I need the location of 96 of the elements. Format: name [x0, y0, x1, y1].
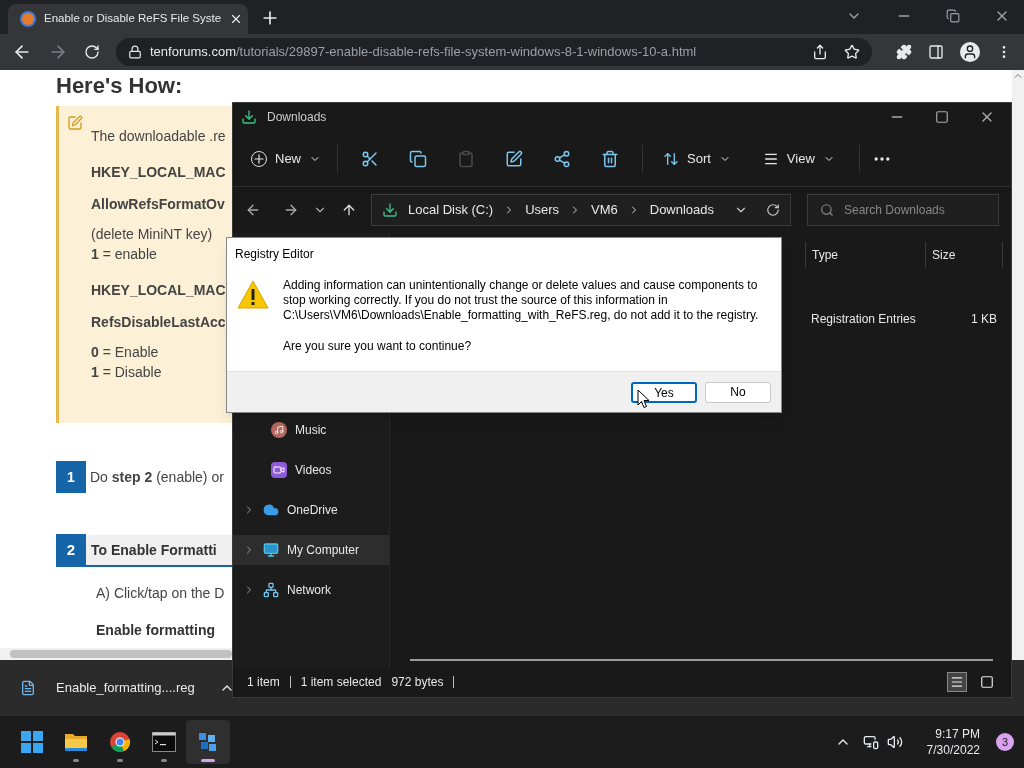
- note-text: 1 = Disable: [91, 363, 162, 382]
- profile-icon[interactable]: [960, 42, 980, 62]
- sort-icon: [663, 150, 679, 167]
- sidebar-item[interactable]: My Computer: [233, 535, 389, 565]
- step-text: Do step 2 (enable) or: [90, 467, 224, 487]
- file-icon: [20, 680, 36, 696]
- horizontal-scrollbar[interactable]: [410, 659, 993, 661]
- sidebar-item[interactable]: Network: [233, 575, 389, 605]
- puzzle-icon[interactable]: [896, 44, 912, 60]
- details-icon: [950, 675, 964, 689]
- maximize-icon[interactable]: [935, 110, 949, 124]
- start-icon: [21, 731, 43, 753]
- monitor-icon: [263, 542, 279, 558]
- registry-key: HKEY_LOCAL_MAC: [91, 280, 226, 300]
- share-icon[interactable]: [812, 44, 828, 60]
- search-icon: [820, 203, 834, 217]
- vertical-scrollbar[interactable]: [1012, 70, 1024, 660]
- rename-icon: [505, 149, 523, 168]
- download-filename[interactable]: Enable_formatting....reg: [56, 678, 195, 698]
- status-text: 1 item: [247, 674, 280, 691]
- dialog-question: Are you sure you want to continue?: [283, 338, 472, 355]
- edit-note-icon: [67, 115, 83, 131]
- dialog-button[interactable]: No: [705, 381, 771, 403]
- table-cell-text: 1 KB: [970, 311, 997, 328]
- column-header[interactable]: Type: [805, 241, 925, 268]
- note-text: 1 = enable: [91, 245, 157, 264]
- scissors-icon: [361, 149, 379, 168]
- details-view-button[interactable]: [947, 672, 967, 692]
- cloud-icon: [263, 502, 279, 518]
- article-heading: Here's How:: [56, 72, 183, 100]
- network-status-icon[interactable]: [862, 734, 879, 750]
- registry-key: RefsDisableLastAcc: [91, 312, 226, 332]
- site-favicon: [20, 11, 36, 27]
- lock-icon: [128, 45, 142, 59]
- view-button[interactable]: View: [750, 148, 847, 169]
- clipboard-icon: [457, 149, 475, 168]
- share-icon: [553, 149, 571, 168]
- dialog-button[interactable]: Yes: [631, 381, 697, 403]
- terminal-icon: [152, 732, 176, 752]
- status-text: 1 item selected: [300, 674, 382, 691]
- tab-title: Enable or Disable ReFS File Syste: [44, 11, 222, 27]
- registry-key: HKEY_LOCAL_MAC: [91, 162, 226, 182]
- subheading-text: Enable formatting: [96, 621, 215, 640]
- registry-key: AllowRefsFormatOv: [91, 194, 225, 214]
- url-text: tenforums.com/tutorials/29897-enable-disable-refs-file-system-windows-8-1-windows-10-a.html: [150, 43, 698, 62]
- status-text: 972 bytes: [391, 674, 444, 691]
- volume-icon[interactable]: [886, 734, 903, 750]
- note-text: (delete MiniNT key): [91, 225, 213, 244]
- taskbar-app[interactable]: [186, 720, 230, 764]
- sidebar-item[interactable]: Videos: [233, 455, 389, 485]
- refresh-icon[interactable]: [766, 203, 780, 217]
- copy-icon: [409, 149, 427, 168]
- download-icon: [241, 109, 257, 125]
- forward-icon[interactable]: [283, 202, 299, 218]
- address-bar[interactable]: tenforums.com/tutorials/29897-enable-disable-refs-file-system-windows-8-1-windows-10-a.html: [116, 38, 872, 66]
- breadcrumb[interactable]: Downloads: [649, 200, 715, 220]
- note-text: The downloadable .re: [91, 127, 226, 146]
- back-icon[interactable]: [245, 202, 261, 218]
- dialog-title: Registry Editor: [234, 246, 315, 263]
- step-title: To Enable Formatti: [91, 540, 217, 560]
- video-icon: [271, 462, 287, 478]
- new-button[interactable]: New: [251, 148, 337, 169]
- column-header[interactable]: Size: [925, 241, 1003, 268]
- music-icon: [271, 422, 287, 438]
- paragraph-text: A) Click/tap on the D: [96, 584, 225, 603]
- warning-icon: [237, 280, 269, 310]
- table-cell-text: Registration Entries: [810, 311, 917, 328]
- mouse-cursor-icon: [637, 389, 650, 409]
- side-panel-icon[interactable]: [928, 44, 944, 60]
- folder-icon: [64, 731, 88, 753]
- download-icon: [382, 202, 398, 218]
- search-field[interactable]: Search Downloads: [807, 194, 999, 226]
- trash-icon: [601, 149, 619, 168]
- breadcrumb[interactable]: Local Disk (C:): [407, 200, 494, 220]
- clock[interactable]: 9:17 PM 7/30/2022: [926, 726, 980, 758]
- up-icon[interactable]: [341, 202, 357, 218]
- step-number: 2: [56, 534, 86, 566]
- note-text: 0 = Enable: [91, 343, 159, 362]
- step-number: 1: [56, 461, 86, 493]
- breadcrumb[interactable]: Users: [525, 200, 560, 220]
- tiles-icon: [980, 675, 994, 689]
- sort-button[interactable]: Sort: [651, 148, 743, 169]
- window-title: Downloads: [267, 109, 327, 126]
- sidebar-item[interactable]: Music: [233, 415, 389, 445]
- reload-icon[interactable]: [84, 44, 100, 60]
- chrome-icon: [109, 731, 131, 753]
- restore-icon[interactable]: [946, 9, 960, 23]
- breadcrumb[interactable]: VM6: [591, 200, 618, 220]
- horizontal-scrollbar[interactable]: [0, 648, 232, 660]
- browser-tab[interactable]: Enable or Disable ReFS File Syste: [8, 4, 248, 34]
- star-icon[interactable]: [844, 44, 860, 60]
- notification-badge[interactable]: 3: [996, 733, 1014, 751]
- dialog-message: Adding information can unintentionally change or delete values and cause components to stop working correctly. If you do not trust the source of this information in C:\Users\VM6\Downloads\Enable_formatting_with_ReFS.reg, do not add it to the registry.: [283, 278, 760, 323]
- network-icon: [263, 582, 279, 598]
- sidebar-item[interactable]: OneDrive: [233, 495, 389, 525]
- address-field[interactable]: Local Disk (C:) Users VM6 Downloads: [371, 194, 791, 226]
